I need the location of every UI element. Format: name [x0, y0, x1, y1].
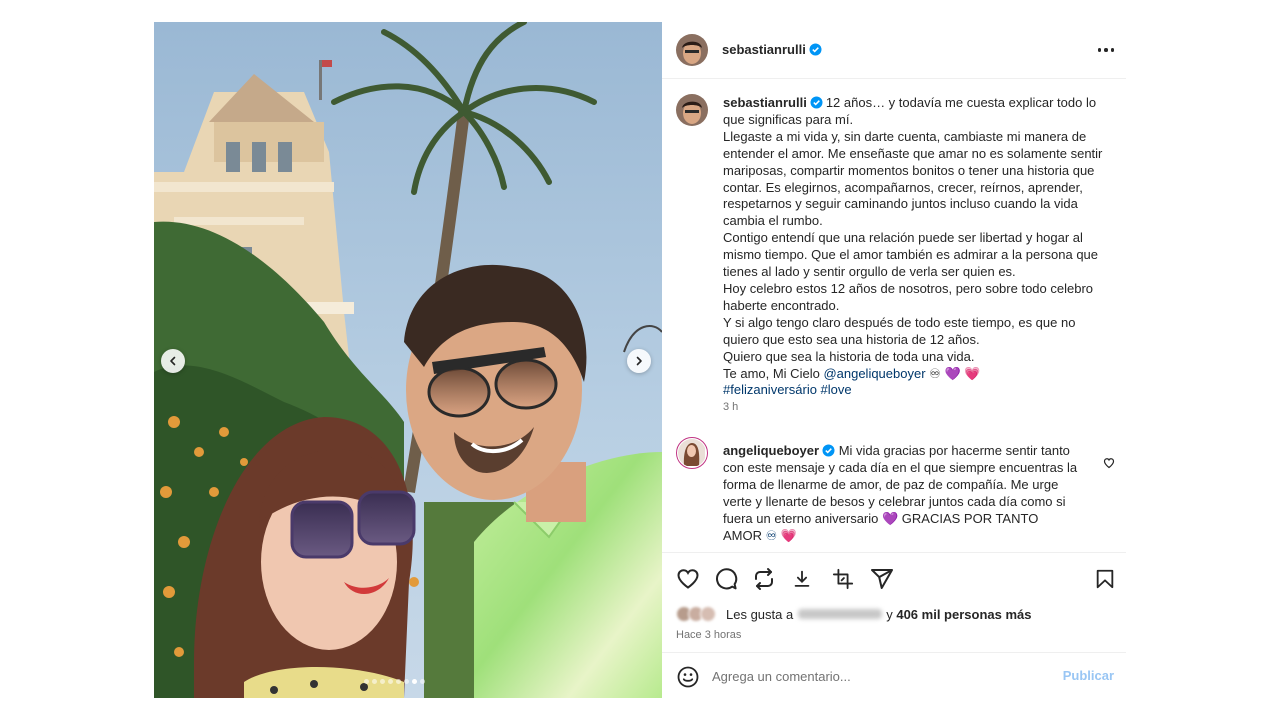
- caption-author-avatar[interactable]: [676, 94, 708, 126]
- more-options-icon: [1097, 48, 1102, 52]
- caption-text: sebastianrulli 12 años… y todavía me cues…: [723, 95, 1113, 416]
- caption-author-avatar-image: [676, 94, 708, 126]
- carousel-dot: [412, 679, 417, 684]
- caption-line: sebastianrulli 12 años… y todavía me cues…: [723, 95, 1097, 127]
- crop-button[interactable]: [830, 566, 856, 592]
- post-timestamp[interactable]: Hace 3 horas: [676, 629, 741, 641]
- verified-badge-icon: [809, 43, 822, 56]
- chevron-right-icon: [636, 356, 642, 366]
- post-header: sebastianrulli: [662, 22, 1126, 79]
- blurred-username: [798, 609, 883, 619]
- emoji-icon: [677, 666, 699, 688]
- caption-timestamp[interactable]: 3 h: [723, 399, 1113, 416]
- carousel-dot: [404, 679, 409, 684]
- emoji-button[interactable]: [676, 665, 700, 694]
- caption-line: Y si algo tengo claro después de todo es…: [723, 314, 1076, 347]
- hashtags-link[interactable]: #felizaniversário #love: [723, 382, 1113, 399]
- likes-count[interactable]: 406 mil personas más: [896, 607, 1031, 622]
- share-button[interactable]: [869, 566, 895, 592]
- mention-link[interactable]: @angeliqueboyer: [823, 366, 925, 381]
- share-icon: [871, 569, 893, 589]
- like-button[interactable]: [675, 566, 701, 592]
- caption-line: Contigo entendí que una relación puede s…: [723, 230, 1099, 280]
- crop-icon: [832, 568, 854, 590]
- comment-text: angeliqueboyer Mi vida gracias por hacer…: [723, 443, 1079, 544]
- caption-line: Quiero que sea la historia de toda una v…: [723, 348, 975, 364]
- caption-closing: Te amo, Mi Cielo @angeliqueboyer ♾ 💜 💗: [723, 365, 981, 381]
- commenter-avatar-image: [678, 439, 705, 466]
- author-avatar[interactable]: [676, 34, 708, 66]
- bookmark-icon: [1096, 569, 1114, 589]
- comment-button[interactable]: [713, 566, 739, 592]
- likes-summary[interactable]: Les gusta a y 406 mil personas más: [676, 604, 1031, 624]
- caption-line: Llegaste a mi vida y, sin darte cuenta, …: [723, 128, 1103, 229]
- caption-line: Hoy celebro estos 12 años de nosotros, p…: [723, 280, 1094, 313]
- carousel-dot: [380, 679, 385, 684]
- comment-emojis: ♾ 💗: [765, 527, 798, 543]
- add-comment-bar: Publicar: [662, 652, 1126, 698]
- carousel-prev-button[interactable]: [161, 349, 185, 373]
- carousel-dot: [388, 679, 393, 684]
- carousel-dot: [396, 679, 401, 684]
- post-actions: Les gusta a y 406 mil personas más Hace …: [662, 552, 1126, 662]
- commenter-username[interactable]: angeliqueboyer: [723, 443, 835, 458]
- carousel-dot: [420, 679, 425, 684]
- comment-icon: [716, 568, 738, 590]
- commenter-avatar[interactable]: [676, 437, 708, 469]
- author-username[interactable]: sebastianrulli: [722, 42, 822, 57]
- carousel-indicator: [364, 679, 425, 684]
- post-photo[interactable]: [154, 22, 662, 698]
- liker-avatars: [676, 605, 724, 623]
- caption-username[interactable]: sebastianrulli: [723, 95, 823, 110]
- repost-icon: [755, 568, 773, 590]
- post-side-panel: sebastianrulli sebastianrulli 12 años… y …: [662, 22, 1126, 698]
- repost-button[interactable]: [751, 566, 777, 592]
- closing-emojis: ♾ 💜 💗: [929, 365, 981, 381]
- comment-input[interactable]: [712, 663, 1052, 689]
- download-icon: [794, 570, 810, 587]
- carousel-dot: [372, 679, 377, 684]
- like-comment-button[interactable]: [1103, 456, 1115, 474]
- selfie-couple-image: [154, 22, 662, 698]
- more-options-button[interactable]: [1094, 40, 1118, 60]
- save-button[interactable]: [1092, 566, 1118, 592]
- verified-badge-icon: [810, 96, 823, 109]
- carousel-dot: [364, 679, 369, 684]
- author-avatar-image: [676, 34, 708, 66]
- heart-icon: [677, 569, 699, 589]
- verified-badge-icon: [822, 444, 835, 457]
- instagram-post-view: sebastianrulli sebastianrulli 12 años… y …: [0, 0, 1280, 720]
- publish-button[interactable]: Publicar: [1063, 668, 1114, 683]
- chevron-left-icon: [170, 356, 176, 366]
- download-button[interactable]: [789, 566, 815, 592]
- heart-icon: [1103, 458, 1115, 469]
- carousel-next-button[interactable]: [627, 349, 651, 373]
